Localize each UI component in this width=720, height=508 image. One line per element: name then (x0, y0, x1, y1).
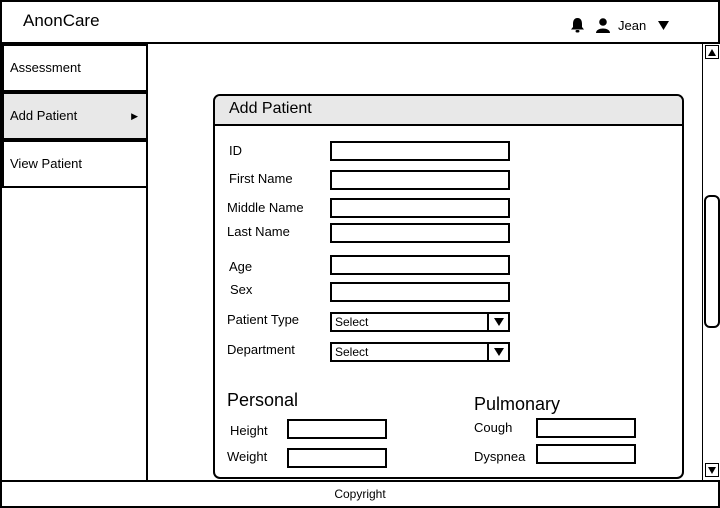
sidebar: Assessment Add Patient ▶ View Patient (0, 44, 148, 480)
dyspnea-field[interactable] (536, 444, 636, 464)
department-selected: Select (335, 345, 369, 359)
patient-type-selected: Select (335, 315, 369, 329)
cough-label: Cough (474, 420, 513, 435)
sex-field[interactable] (330, 282, 510, 302)
arrow-right-icon: ▶ (131, 111, 138, 121)
sidebar-item-view-patient[interactable]: View Patient (2, 140, 148, 188)
user-icon[interactable] (596, 17, 610, 33)
last-name-field[interactable] (330, 223, 510, 243)
dropdown-arrow-icon[interactable] (487, 314, 508, 330)
sidebar-item-label: View Patient (10, 156, 83, 171)
id-field[interactable] (330, 141, 510, 161)
vertical-scrollbar[interactable] (702, 44, 720, 480)
department-select[interactable]: Select (330, 342, 510, 362)
sidebar-item-assessment[interactable]: Assessment (2, 44, 148, 92)
pulmonary-section-title: Pulmonary (474, 394, 561, 414)
cough-field[interactable] (536, 418, 636, 438)
first-name-field[interactable] (330, 170, 510, 190)
age-field[interactable] (330, 255, 510, 275)
sex-label: Sex (230, 282, 253, 297)
personal-section-title: Personal (227, 390, 299, 410)
middle-name-field[interactable] (330, 198, 510, 218)
sidebar-item-add-patient[interactable]: Add Patient ▶ (2, 92, 148, 140)
add-patient-panel: Add Patient ID First Name Middle Name La… (213, 94, 684, 479)
footer: Copyright (0, 480, 720, 508)
user-menu[interactable]: Jean (570, 16, 670, 34)
bell-icon[interactable] (570, 17, 585, 33)
app-header: AnonCare Jean (0, 0, 720, 44)
panel-title: Add Patient (215, 96, 682, 126)
height-field[interactable] (287, 419, 387, 439)
sidebar-item-label: Assessment (10, 60, 81, 75)
dropdown-arrow-icon[interactable] (487, 344, 508, 360)
department-label: Department (227, 342, 295, 357)
height-label: Height (230, 423, 268, 438)
scroll-thumb[interactable] (704, 195, 720, 328)
middle-name-label: Middle Name (227, 200, 304, 215)
caret-down-icon[interactable] (658, 20, 670, 30)
first-name-label: First Name (229, 171, 293, 186)
patient-type-select[interactable]: Select (330, 312, 510, 332)
weight-field[interactable] (287, 448, 387, 468)
app-title: AnonCare (23, 11, 100, 30)
copyright-text: Copyright (334, 487, 386, 501)
dyspnea-label: Dyspnea (474, 449, 526, 464)
id-label: ID (229, 143, 242, 158)
scroll-up-button[interactable] (705, 45, 719, 59)
user-name[interactable]: Jean (618, 18, 646, 33)
sidebar-item-label: Add Patient (10, 108, 78, 123)
last-name-label: Last Name (227, 224, 290, 239)
age-label: Age (229, 259, 253, 274)
patient-type-label: Patient Type (227, 312, 300, 327)
scroll-down-button[interactable] (705, 463, 719, 477)
weight-label: Weight (227, 449, 268, 464)
